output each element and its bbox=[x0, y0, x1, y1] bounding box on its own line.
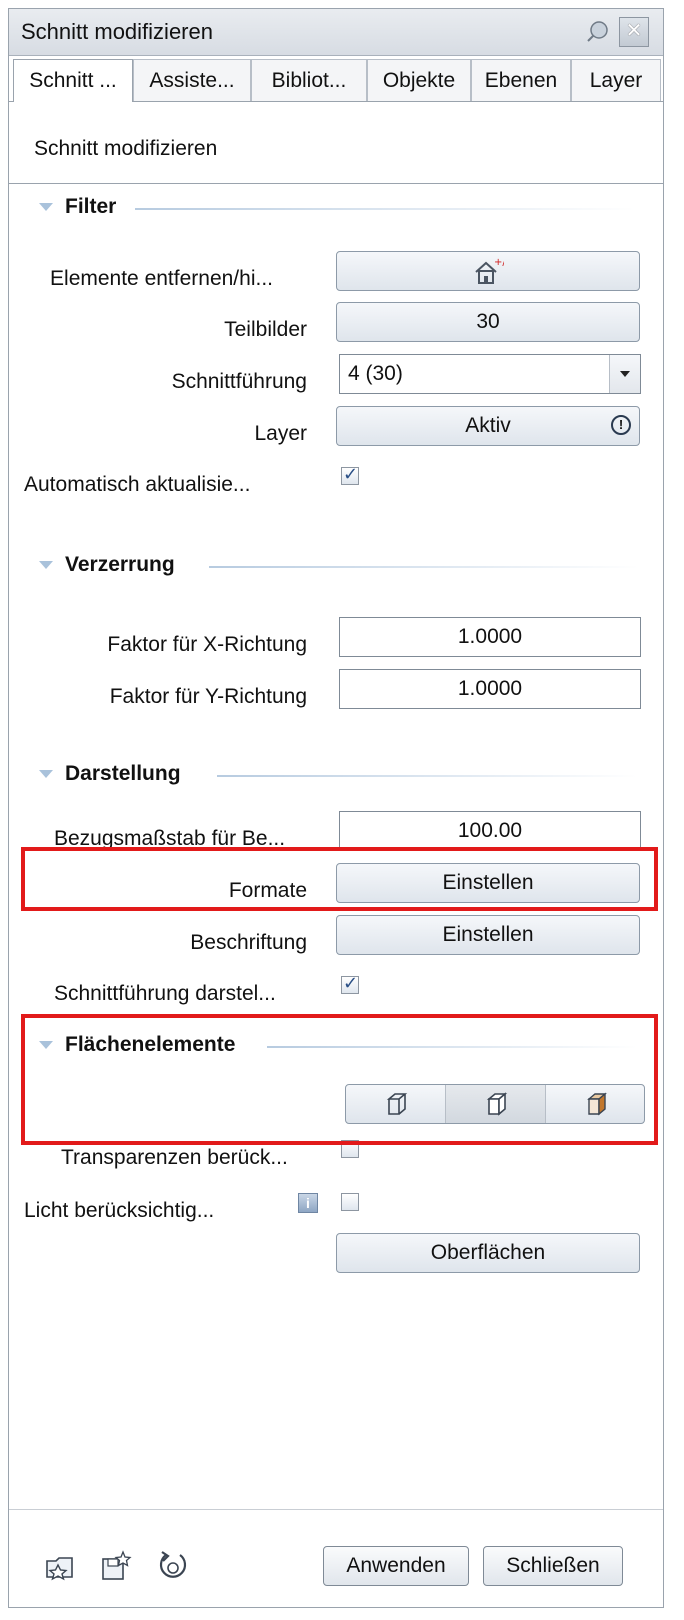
footer-divider bbox=[9, 1509, 663, 1510]
oberflaechen-button[interactable]: Oberflächen bbox=[336, 1233, 640, 1273]
title-bar: Schnitt modifizieren ✕ bbox=[9, 9, 663, 56]
x-factor-label: Faktor für X-Richtung bbox=[107, 633, 307, 656]
x-factor-input[interactable]: 1.0000 bbox=[339, 617, 641, 657]
tab-bibliothek[interactable]: Bibliot... bbox=[251, 59, 367, 101]
schnittfuehrung-value: 4 (30) bbox=[348, 362, 403, 385]
transparency-label: Transparenzen berück... bbox=[61, 1146, 288, 1169]
section-line bbox=[209, 566, 639, 568]
show-section-label: Schnittführung darstel... bbox=[54, 982, 276, 1005]
highlight-frame-formate bbox=[21, 847, 658, 911]
close-icon[interactable]: ✕ bbox=[619, 17, 649, 47]
light-label: Licht berücksichtig... bbox=[24, 1199, 215, 1222]
reset-icon[interactable] bbox=[156, 1549, 190, 1583]
tab-bar: Schnitt ... Assiste... Bibliot... Objekt… bbox=[9, 55, 663, 102]
tab-ebenen[interactable]: Ebenen bbox=[471, 59, 571, 101]
window-title: Schnitt modifizieren bbox=[21, 19, 213, 44]
show-section-checkbox[interactable] bbox=[341, 973, 359, 994]
beschriftung-button[interactable]: Einstellen bbox=[336, 915, 640, 955]
tab-layer[interactable]: Layer bbox=[571, 59, 661, 101]
auto-update-label: Automatisch aktualisie... bbox=[24, 473, 251, 496]
section-line bbox=[217, 775, 637, 777]
open-favorite-icon[interactable] bbox=[44, 1549, 78, 1583]
layer-value: Aktiv bbox=[465, 414, 511, 437]
y-factor-label: Faktor für Y-Richtung bbox=[109, 685, 307, 708]
layer-button[interactable]: Aktiv ! bbox=[336, 406, 640, 446]
section-title: Filter bbox=[65, 195, 117, 218]
teilbilder-label: Teilbilder bbox=[224, 318, 307, 341]
pin-icon[interactable] bbox=[585, 18, 611, 44]
tab-schnitt[interactable]: Schnitt ... bbox=[13, 59, 133, 102]
remove-elements-button[interactable]: +/- bbox=[336, 251, 640, 291]
chevron-down-icon[interactable] bbox=[609, 355, 640, 393]
close-button[interactable]: Schließen bbox=[483, 1546, 623, 1586]
schnittfuehrung-label: Schnittführung bbox=[171, 370, 307, 393]
massstab-input[interactable]: 100.00 bbox=[339, 811, 641, 851]
light-checkbox[interactable] bbox=[341, 1193, 359, 1211]
house-plus-minus-icon: +/- bbox=[475, 257, 510, 284]
page-title: Schnitt modifizieren bbox=[34, 137, 218, 160]
collapse-arrow-icon bbox=[39, 561, 53, 569]
info-icon[interactable]: i bbox=[298, 1193, 318, 1213]
y-factor-input[interactable]: 1.0000 bbox=[339, 669, 641, 709]
auto-update-checkbox[interactable] bbox=[341, 464, 359, 485]
info-circle-icon[interactable]: ! bbox=[611, 415, 631, 435]
schnittfuehrung-select[interactable]: 4 (30) bbox=[339, 354, 641, 394]
highlight-frame-flaechenelemente bbox=[21, 1014, 658, 1145]
divider bbox=[9, 183, 663, 184]
section-line bbox=[135, 208, 635, 210]
svg-text:+/-: +/- bbox=[494, 257, 504, 268]
collapse-arrow-icon bbox=[39, 203, 53, 211]
collapse-arrow-icon bbox=[39, 770, 53, 778]
tab-objekte[interactable]: Objekte bbox=[367, 59, 471, 101]
teilbilder-button[interactable]: 30 bbox=[336, 302, 640, 342]
apply-button[interactable]: Anwenden bbox=[323, 1546, 469, 1586]
remove-elements-label: Elemente entfernen/hi... bbox=[50, 267, 273, 290]
section-title: Verzerrung bbox=[65, 553, 175, 576]
layer-label: Layer bbox=[254, 422, 307, 445]
save-favorite-icon[interactable] bbox=[99, 1549, 133, 1583]
section-title: Darstellung bbox=[65, 762, 181, 785]
palette-panel: Schnitt modifizieren ✕ Schnitt ... Assis… bbox=[8, 8, 664, 1608]
beschriftung-label: Beschriftung bbox=[190, 931, 307, 954]
tab-assistent[interactable]: Assiste... bbox=[133, 59, 251, 101]
